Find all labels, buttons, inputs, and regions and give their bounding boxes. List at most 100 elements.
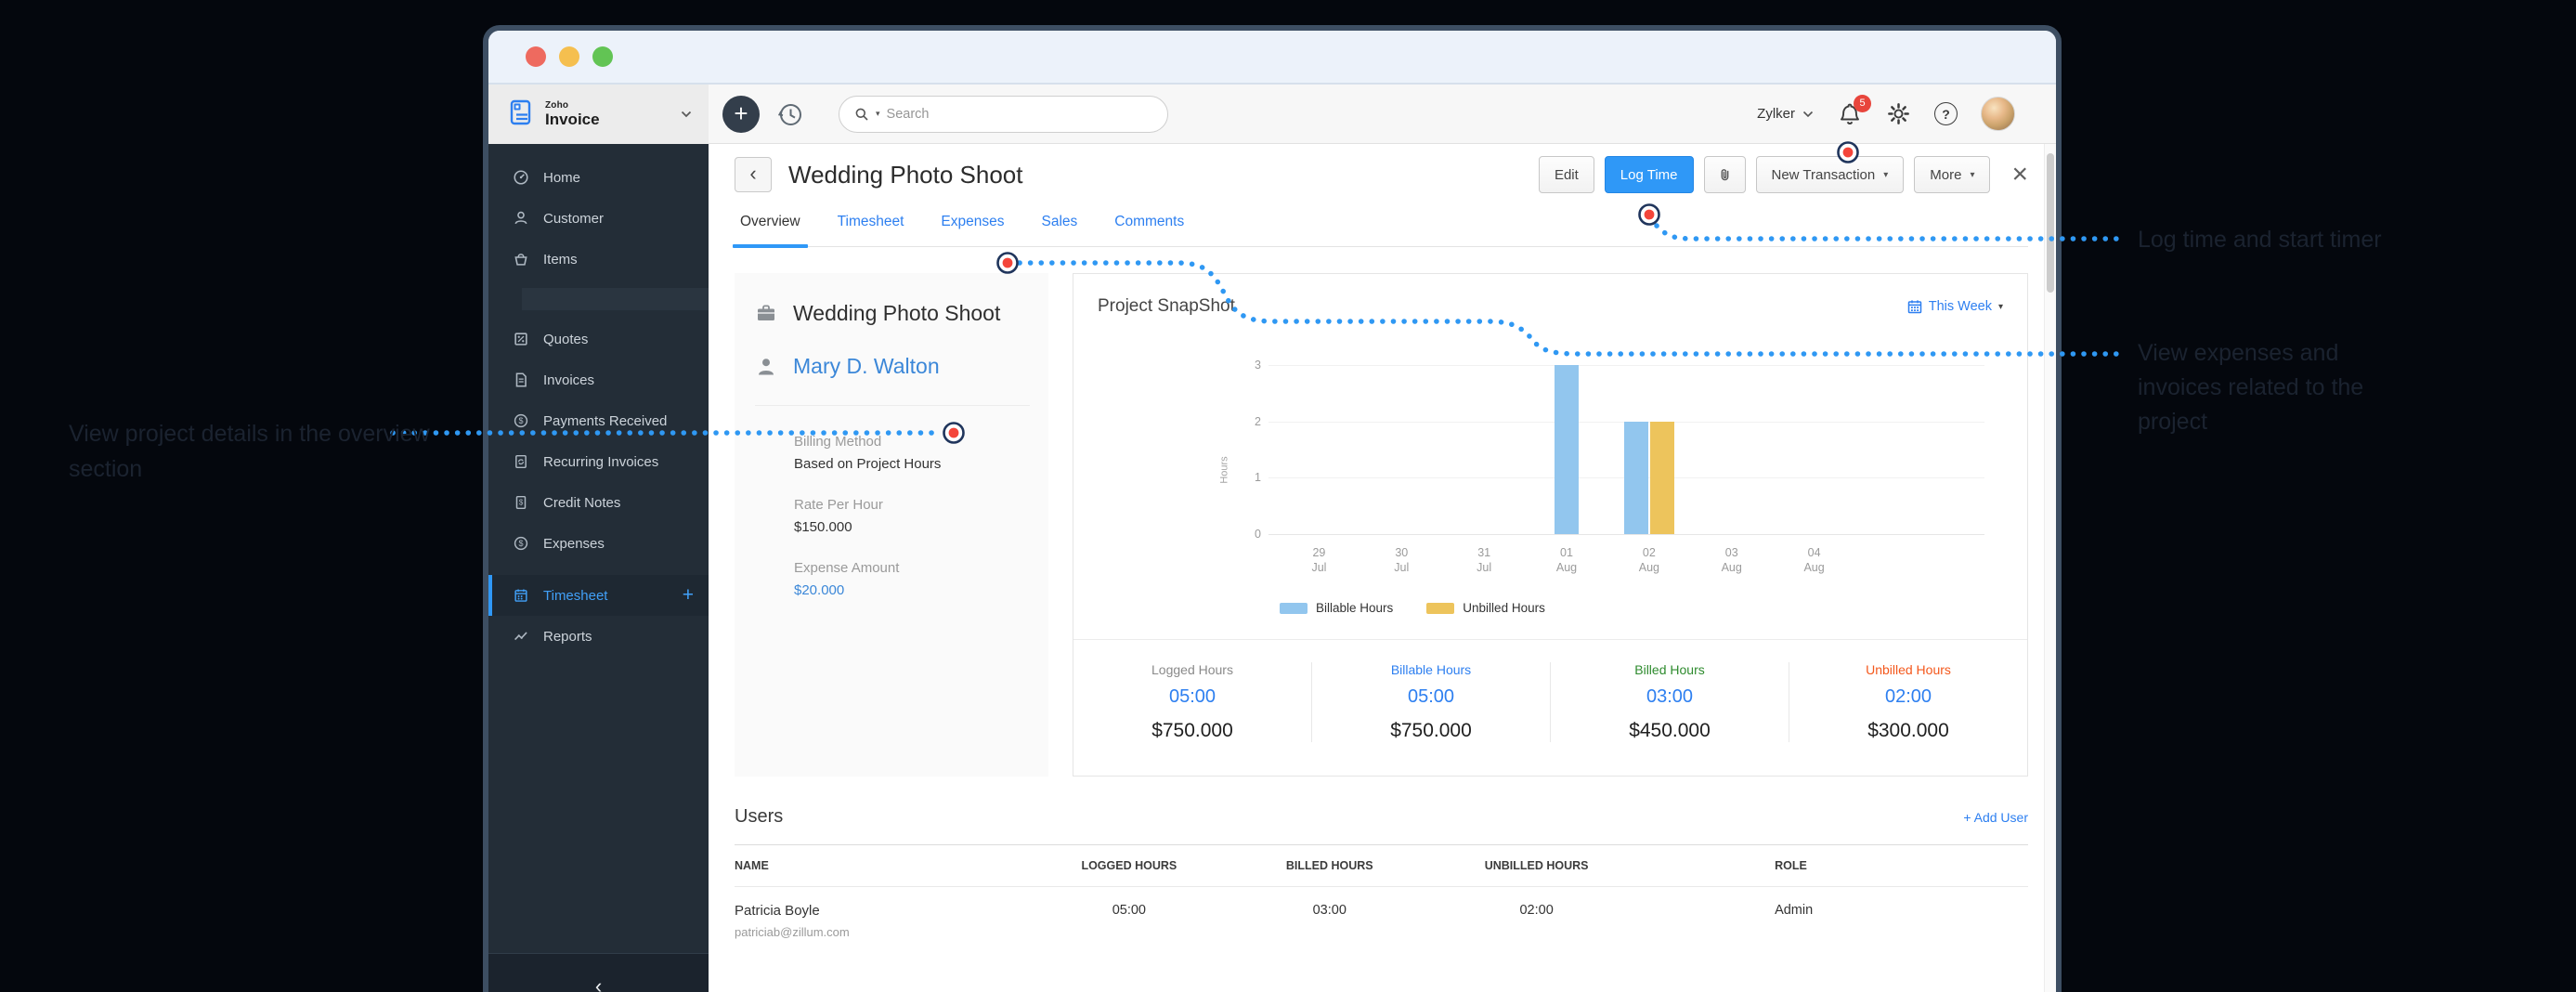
sidebar-item-quotes[interactable]: Quotes xyxy=(488,319,709,359)
search-bar[interactable]: ▾ xyxy=(839,96,1168,133)
notifications-button[interactable]: 5 xyxy=(1837,101,1863,127)
tab-comments[interactable]: Comments xyxy=(1114,214,1184,246)
sidebar-item-label: Customer xyxy=(543,211,604,227)
x-axis-label: 03Aug xyxy=(1690,545,1773,575)
app: Zoho Invoice Home Customer Items Quotes Invo… xyxy=(488,85,2056,992)
stat-label: Billed Hours xyxy=(1551,662,1789,677)
back-button[interactable]: ‹ xyxy=(735,157,772,192)
search-scope-caret-icon[interactable]: ▾ xyxy=(876,109,880,119)
table-row[interactable]: Patricia Boylepatriciab@zillum.com05:000… xyxy=(735,887,2028,940)
bar-billable-hours-02-aug[interactable] xyxy=(1624,422,1648,534)
sidebar-item-invoices[interactable]: Invoices xyxy=(488,359,709,400)
chart-plot: 3210 xyxy=(1268,365,1984,534)
sidebar-add-timesheet-button[interactable]: + xyxy=(683,584,694,607)
log-time-button[interactable]: Log Time xyxy=(1605,156,1694,193)
snapshot-stats: Logged Hours05:00$750.000Billable Hours0… xyxy=(1073,639,2027,776)
sidebar-item-recurring-invoices[interactable]: Recurring Invoices xyxy=(488,441,709,482)
recent-history-icon[interactable] xyxy=(775,99,805,129)
traffic-light-minimize[interactable] xyxy=(559,46,579,67)
quick-create-button[interactable]: + xyxy=(722,96,760,133)
bars xyxy=(1624,422,1674,534)
user-billed-hours: 03:00 xyxy=(1226,887,1433,940)
tab-overview[interactable]: Overview xyxy=(740,214,800,246)
help-button[interactable]: ? xyxy=(1934,102,1958,125)
settings-gear-icon[interactable] xyxy=(1886,101,1911,126)
customer-name-link[interactable]: Mary D. Walton xyxy=(793,354,940,379)
sidebar-item-label: Payments Received xyxy=(543,413,667,429)
legend-label: Unbilled Hours xyxy=(1463,601,1545,615)
chevron-down-icon[interactable] xyxy=(681,111,692,118)
sidebar-collapse-button[interactable]: ‹ xyxy=(488,953,709,992)
date-range-label: This Week xyxy=(1929,299,1992,314)
question-icon: ? xyxy=(1942,107,1950,122)
sidebar-item-label: Credit Notes xyxy=(543,495,620,511)
search-input[interactable] xyxy=(887,107,1110,122)
new-transaction-button[interactable]: New Transaction ▾ xyxy=(1756,156,1905,193)
tab-timesheet[interactable]: Timesheet xyxy=(838,214,904,246)
org-selector[interactable]: Zylker xyxy=(1757,106,1814,122)
sidebar-item-expenses[interactable]: $Expenses xyxy=(488,523,709,564)
traffic-light-maximize[interactable] xyxy=(592,46,613,67)
bar-billable-hours-01-aug[interactable] xyxy=(1555,365,1579,534)
chevron-down-icon: ▾ xyxy=(1883,170,1888,180)
sidebar-item-reports[interactable]: Reports xyxy=(488,616,709,657)
tab-expenses[interactable]: Expenses xyxy=(941,214,1004,246)
legend-item-billable-hours: Billable Hours xyxy=(1280,601,1393,615)
project-field-billing-method: Billing MethodBased on Project Hours xyxy=(794,434,1030,472)
more-button[interactable]: More ▾ xyxy=(1914,156,1990,193)
sidebar-section-divider xyxy=(522,288,709,310)
sidebar-item-label: Timesheet xyxy=(543,588,607,604)
stat-hours: 03:00 xyxy=(1551,686,1789,708)
x-axis-label: 02Aug xyxy=(1607,545,1690,575)
user-name: Patricia Boyle xyxy=(735,903,1032,919)
attachment-button[interactable] xyxy=(1704,156,1746,193)
reports-icon xyxy=(513,628,529,645)
x-axis-label: 30Jul xyxy=(1360,545,1443,575)
field-value[interactable]: $20.000 xyxy=(794,582,1030,598)
edit-button[interactable]: Edit xyxy=(1539,156,1594,193)
sidebar-item-label: Items xyxy=(543,252,578,268)
page-actions: Edit Log Time New Transaction ▾ More xyxy=(1539,156,2028,193)
chevron-down-icon: ▾ xyxy=(1998,302,2003,312)
sidebar-item-payments-received[interactable]: $Payments Received xyxy=(488,400,709,441)
y-axis-tick: 1 xyxy=(1241,471,1261,484)
scrollbar-thumb[interactable] xyxy=(2047,153,2054,293)
project-details-panel: Wedding Photo Shoot Mary D. Walton Billi… xyxy=(735,273,1048,777)
bar-unbilled-hours-02-aug[interactable] xyxy=(1650,422,1674,534)
scrollbar[interactable] xyxy=(2044,144,2056,992)
annotation-overview: View project details in the overview sec… xyxy=(69,416,449,487)
sidebar-item-items[interactable]: Items xyxy=(488,239,709,280)
project-field-expense-amount: Expense Amount$20.000 xyxy=(794,560,1030,598)
users-heading: Users xyxy=(735,806,783,828)
tab-sales[interactable]: Sales xyxy=(1041,214,1077,246)
sidebar-item-label: Invoices xyxy=(543,372,594,388)
stat-hours: 05:00 xyxy=(1073,686,1311,708)
chart-legend: Billable Hours Unbilled Hours xyxy=(1280,601,2027,615)
add-user-button[interactable]: + Add User xyxy=(1963,810,2028,825)
hours-chart: Hours 3210 29Jul30Jul31Jul01Aug02Aug03Au… xyxy=(1268,365,1984,575)
notification-badge: 5 xyxy=(1854,95,1871,112)
page-content: ‹ Wedding Photo Shoot Edit Log Time New … xyxy=(709,144,2056,992)
stat-label: Logged Hours xyxy=(1073,662,1311,677)
sidebar-item-credit-notes[interactable]: $ Credit Notes xyxy=(488,482,709,523)
field-label: Billing Method xyxy=(794,434,1030,450)
sidebar-item-timesheet[interactable]: Timesheet + xyxy=(488,575,709,616)
main-area: + ▾ Zylker xyxy=(709,85,2056,992)
overview-section: Wedding Photo Shoot Mary D. Walton Billi… xyxy=(735,273,2028,777)
sidebar-item-label: Recurring Invoices xyxy=(543,454,658,470)
timesheet-icon xyxy=(513,587,529,604)
page-title: Wedding Photo Shoot xyxy=(788,161,1022,189)
user-avatar[interactable] xyxy=(1981,97,2015,131)
sidebar-item-home[interactable]: Home xyxy=(488,157,709,198)
close-button[interactable]: × xyxy=(2011,161,2028,189)
sidebar-item-customer[interactable]: Customer xyxy=(488,198,709,239)
traffic-light-close[interactable] xyxy=(526,46,546,67)
brand-header[interactable]: Zoho Invoice xyxy=(488,85,709,144)
sidebar: Zoho Invoice Home Customer Items Quotes Invo… xyxy=(488,85,709,992)
field-label: Rate Per Hour xyxy=(794,497,1030,513)
project-name: Wedding Photo Shoot xyxy=(793,301,1000,326)
date-range-selector[interactable]: This Week ▾ xyxy=(1907,299,2003,314)
chart-slot-04-aug xyxy=(1773,365,1855,534)
person-icon xyxy=(755,356,777,378)
svg-text:$: $ xyxy=(519,499,524,507)
